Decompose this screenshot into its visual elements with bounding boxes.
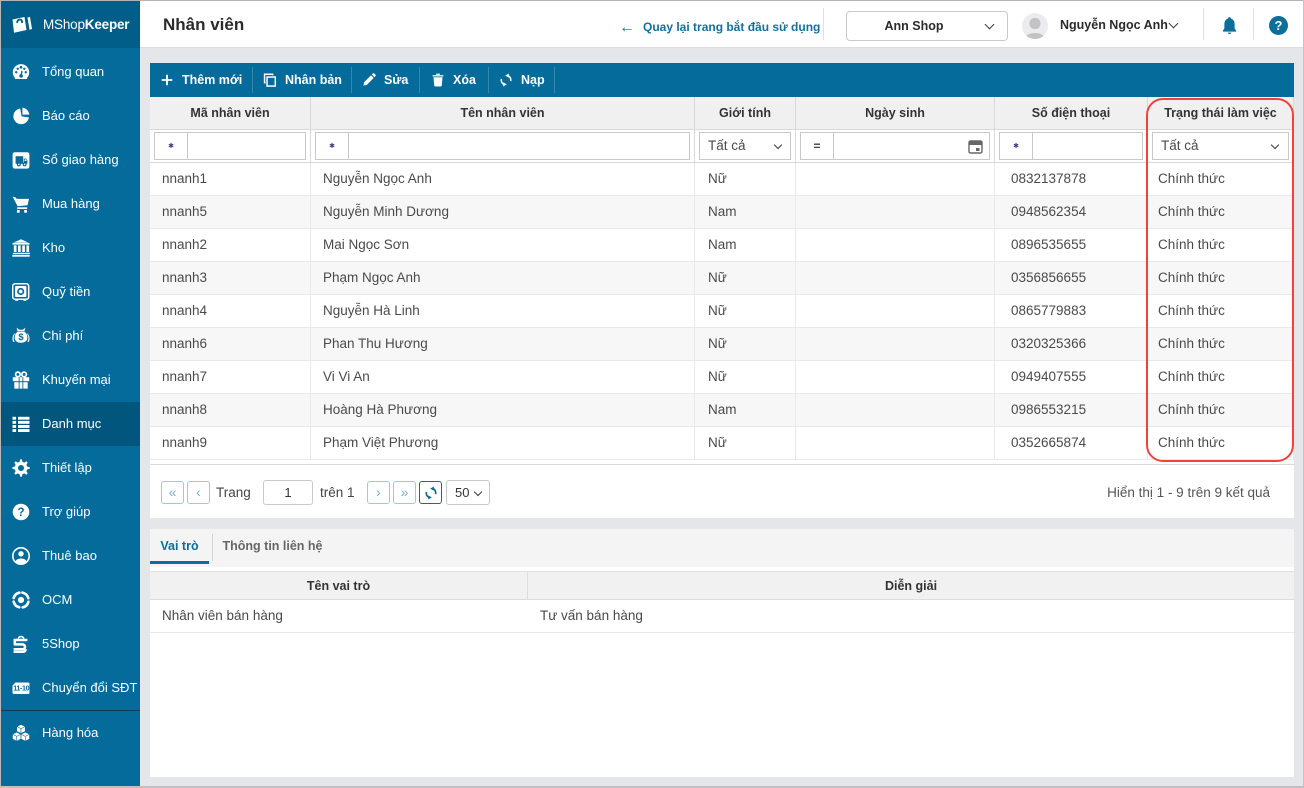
svg-text:?: ? (17, 507, 24, 519)
svg-text:11-10: 11-10 (13, 684, 29, 693)
svg-text:$: $ (18, 332, 24, 343)
